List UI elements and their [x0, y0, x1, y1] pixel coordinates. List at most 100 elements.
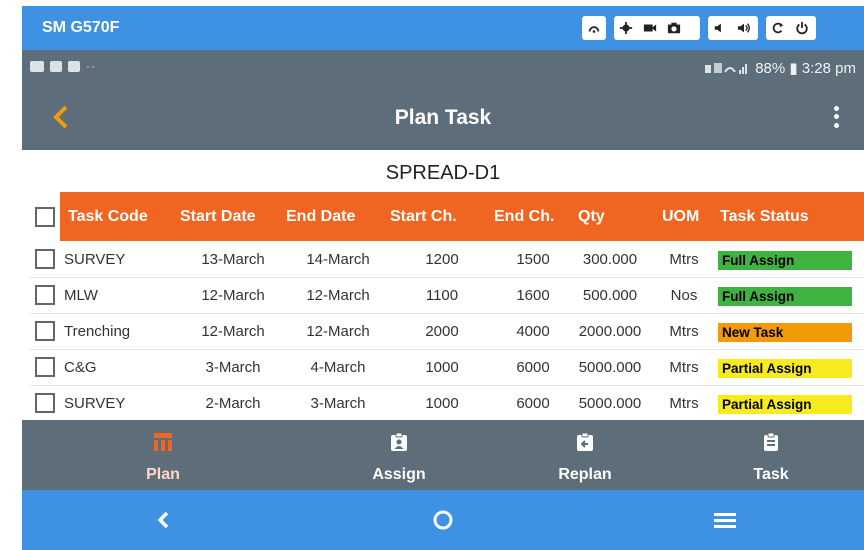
cell-end-ch: 6000 [516, 359, 550, 376]
android-status-bar: ·· 88% ▮ 3:28 pm [22, 50, 864, 84]
header-start-date: Start Date [180, 208, 256, 225]
cell-start-date: 12-March [201, 287, 265, 304]
volume-up-icon[interactable] [732, 16, 756, 40]
cell-task-code: SURVEY [64, 395, 126, 412]
cell-task-code: C&G [64, 359, 97, 376]
cast-button[interactable] [582, 16, 606, 40]
table-row[interactable]: SURVEY 2-March 3-March 1000 6000 5000.00… [30, 386, 864, 422]
device-name: SM G570F [42, 19, 120, 36]
assign-icon [391, 432, 407, 451]
cell-qty: 5000.000 [578, 359, 642, 376]
select-all-cell [30, 192, 60, 241]
cell-end-ch: 1600 [516, 287, 550, 304]
header-end-date: End Date [286, 208, 356, 225]
video-icon[interactable] [638, 16, 662, 40]
spread-title: SPREAD-D1 [385, 162, 501, 184]
cell-end-date: 4-March [310, 359, 366, 376]
tab-plan[interactable]: Plan [70, 420, 256, 490]
table-row[interactable]: MLW 12-March 12-March 1100 1600 500.000 … [30, 278, 864, 314]
task-table-area: SPREAD-D1 Task Code Start Date End Date … [22, 150, 864, 422]
row-checkbox[interactable] [35, 357, 55, 377]
cell-uom: Nos [670, 287, 698, 304]
nav-back-button[interactable] [148, 505, 178, 535]
cell-end-ch: 1500 [516, 251, 550, 268]
cell-start-ch: 1000 [425, 395, 459, 412]
tab-task[interactable]: Task [678, 420, 864, 490]
status-badge: Partial Assign [718, 395, 852, 414]
home-circle-icon [433, 510, 453, 530]
device-toolbar: SM G570F [22, 6, 864, 50]
cell-uom: Mtrs [669, 251, 699, 268]
tab-label: Assign [372, 466, 426, 483]
power-tools [766, 16, 816, 40]
header-qty: Qty [578, 208, 605, 225]
plan-icon [154, 433, 172, 451]
camera-icon[interactable] [662, 16, 686, 40]
header-task-code: Task Code [68, 208, 148, 225]
header-end-ch: End Ch. [494, 208, 555, 225]
app-bar: Plan Task [22, 84, 864, 150]
bottom-tab-bar: Plan Assign Replan Task [22, 420, 864, 490]
cell-start-ch: 1100 [425, 287, 459, 304]
rotate-icon[interactable] [766, 16, 790, 40]
header-task-status: Task Status [720, 208, 809, 225]
app-notification-icon [50, 60, 62, 72]
cell-end-date: 14-March [306, 251, 370, 268]
cell-start-ch: 2000 [425, 323, 459, 340]
tab-replan[interactable]: Replan [492, 420, 678, 490]
task-icon [764, 432, 778, 451]
status-badge: Full Assign [718, 287, 852, 306]
cell-start-date: 12-March [201, 323, 265, 340]
row-checkbox[interactable] [35, 249, 55, 269]
table-row[interactable]: Trenching 12-March 12-March 2000 4000 20… [30, 314, 864, 350]
cell-uom: Mtrs [669, 359, 699, 376]
cell-start-date: 2-March [205, 395, 261, 412]
table-row[interactable]: SURVEY 13-March 14-March 1200 1500 300.0… [30, 242, 864, 278]
row-checkbox[interactable] [35, 285, 55, 305]
cell-end-date: 12-March [306, 287, 370, 304]
android-nav-bar [22, 490, 864, 550]
keyboard-icon [30, 60, 44, 72]
overflow-menu-icon[interactable] [826, 104, 846, 130]
cell-end-ch: 6000 [516, 395, 550, 412]
device-screen: SM G570F ·· 88% ▮ 3:28 pm Plan Task SPRE… [22, 6, 864, 550]
table-row[interactable]: C&G 3-March 4-March 1000 6000 5000.000 M… [30, 350, 864, 386]
table-header: Task Code Start Date End Date Start Ch. … [30, 192, 864, 241]
menu-icon [714, 513, 736, 528]
chevron-left-icon [157, 511, 169, 529]
cell-end-date: 12-March [306, 323, 370, 340]
cell-qty: 500.000 [582, 287, 638, 304]
cell-task-code: MLW [64, 287, 98, 304]
replan-icon [577, 432, 593, 451]
cell-start-date: 3-March [205, 359, 261, 376]
status-indicators: 88% ▮ 3:28 pm [705, 59, 856, 77]
tab-assign[interactable]: Assign [306, 420, 492, 490]
header-start-ch: Start Ch. [390, 208, 457, 225]
status-badge: New Task [718, 323, 852, 342]
cell-qty: 2000.000 [578, 323, 642, 340]
status-badge: Partial Assign [718, 359, 852, 378]
settings-icon[interactable] [614, 16, 638, 40]
nav-menu-button[interactable] [710, 505, 740, 535]
volume-tools [708, 16, 758, 40]
row-checkbox[interactable] [35, 393, 55, 413]
more-notifications-icon: ·· [86, 59, 96, 73]
cell-start-ch: 1000 [425, 359, 459, 376]
tab-label: Task [753, 466, 789, 483]
header-uom: UOM [662, 208, 700, 225]
cell-end-date: 3-March [310, 395, 366, 412]
cell-task-code: SURVEY [64, 251, 126, 268]
cell-end-ch: 4000 [516, 323, 550, 340]
cell-qty: 5000.000 [578, 395, 642, 412]
select-all-checkbox[interactable] [35, 206, 55, 227]
cast-icon [582, 16, 606, 40]
nav-home-button[interactable] [428, 505, 458, 535]
status-badge: Full Assign [718, 251, 852, 270]
page-title: Plan Task [394, 106, 492, 129]
row-checkbox[interactable] [35, 321, 55, 341]
capture-tools [614, 16, 700, 40]
power-icon[interactable] [790, 16, 814, 40]
mail-icon [68, 60, 80, 72]
volume-down-icon[interactable] [708, 16, 732, 40]
cell-task-code: Trenching [64, 323, 131, 340]
